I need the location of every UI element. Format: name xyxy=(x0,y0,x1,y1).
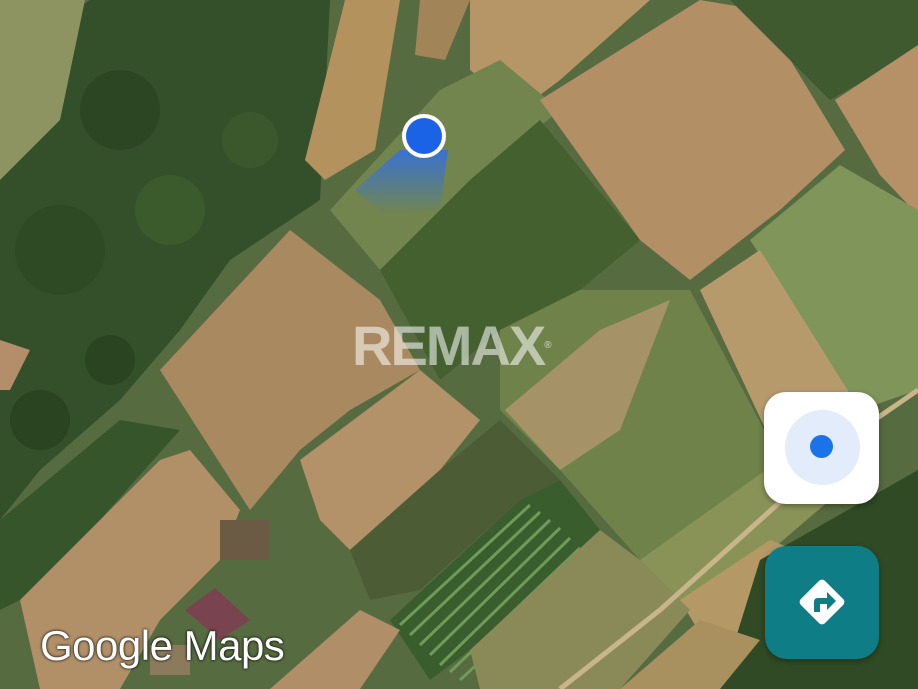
directions-button[interactable] xyxy=(765,546,879,659)
watermark-text: REMAX xyxy=(352,314,546,377)
location-dot xyxy=(406,118,442,154)
registered-mark: ® xyxy=(544,340,552,351)
my-location-icon-dot xyxy=(810,435,833,458)
my-location-button[interactable] xyxy=(764,392,879,504)
google-maps-logo: Google Maps xyxy=(40,622,285,669)
directions-arrow-icon xyxy=(799,579,845,625)
remax-watermark: REMAX® xyxy=(352,318,562,374)
